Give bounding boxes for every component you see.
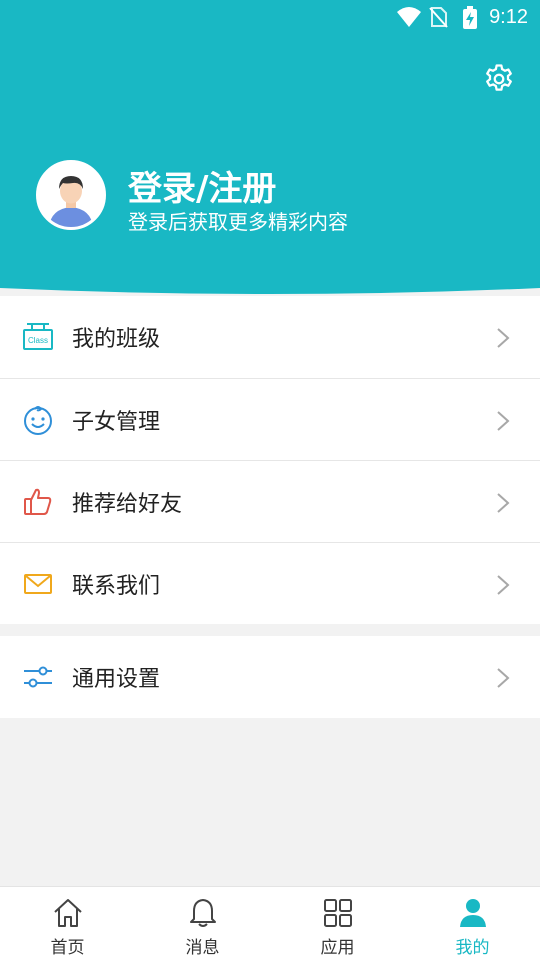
tab-label: 消息 xyxy=(185,938,220,958)
tab-messages[interactable]: 消息 xyxy=(135,887,270,960)
tab-apps[interactable]: 应用 xyxy=(270,887,405,960)
bell-icon xyxy=(189,899,216,927)
home-icon xyxy=(53,899,82,927)
menu-item-recommend[interactable]: 推荐给好友 xyxy=(0,460,540,542)
chevron-right-icon xyxy=(497,575,510,595)
settings-menu: 通用设置 xyxy=(0,636,540,718)
menu-item-my-class[interactable]: Class 我的班级 xyxy=(0,296,540,378)
menu-item-children[interactable]: 子女管理 xyxy=(0,378,540,460)
login-subtitle: 登录后获取更多精彩内容 xyxy=(128,210,348,234)
header-background xyxy=(0,0,540,294)
mail-icon xyxy=(24,574,52,594)
grid-icon xyxy=(323,899,352,927)
menu-item-label: 推荐给好友 xyxy=(72,492,183,517)
status-bar: 9:12 xyxy=(0,0,540,36)
chevron-right-icon xyxy=(497,668,510,688)
baby-face-icon xyxy=(24,406,52,435)
tab-home[interactable]: 首页 xyxy=(0,887,135,960)
wifi-icon xyxy=(397,7,421,27)
sliders-icon xyxy=(24,666,52,688)
avatar[interactable] xyxy=(36,160,106,230)
person-icon xyxy=(459,899,486,927)
menu-item-contact[interactable]: 联系我们 xyxy=(0,542,540,624)
tab-label: 应用 xyxy=(320,938,355,958)
profile-header: 9:12 登录/注册 登录后获取更多精彩内容 xyxy=(0,0,540,300)
chevron-right-icon xyxy=(497,328,510,348)
tab-mine[interactable]: 我的 xyxy=(405,887,540,960)
chevron-right-icon xyxy=(497,493,510,513)
bottom-tab-bar: 首页 消息 应用 我的 xyxy=(0,886,540,960)
menu-item-label: 我的班级 xyxy=(72,327,161,352)
menu-list: Class 我的班级 子女管理 推荐给好友 联系我们 xyxy=(0,296,540,624)
login-register-title[interactable]: 登录/注册 xyxy=(128,161,276,210)
menu-item-label: 子女管理 xyxy=(72,410,161,435)
battery-charging-icon xyxy=(463,6,477,29)
menu-item-label: 通用设置 xyxy=(72,667,161,692)
class-sign-icon: Class xyxy=(23,323,53,350)
tab-label: 我的 xyxy=(455,938,490,958)
gear-icon xyxy=(486,64,512,91)
chevron-right-icon xyxy=(497,411,510,431)
menu-item-label: 联系我们 xyxy=(72,574,161,599)
svg-text:Class: Class xyxy=(28,336,48,345)
default-avatar-icon xyxy=(39,163,103,227)
menu-item-general-settings[interactable]: 通用设置 xyxy=(0,636,540,718)
tab-label: 首页 xyxy=(50,938,85,958)
thumbs-up-icon xyxy=(24,488,52,515)
no-sim-icon xyxy=(429,7,448,28)
status-time: 9:12 xyxy=(489,6,528,28)
settings-button[interactable] xyxy=(482,62,516,96)
